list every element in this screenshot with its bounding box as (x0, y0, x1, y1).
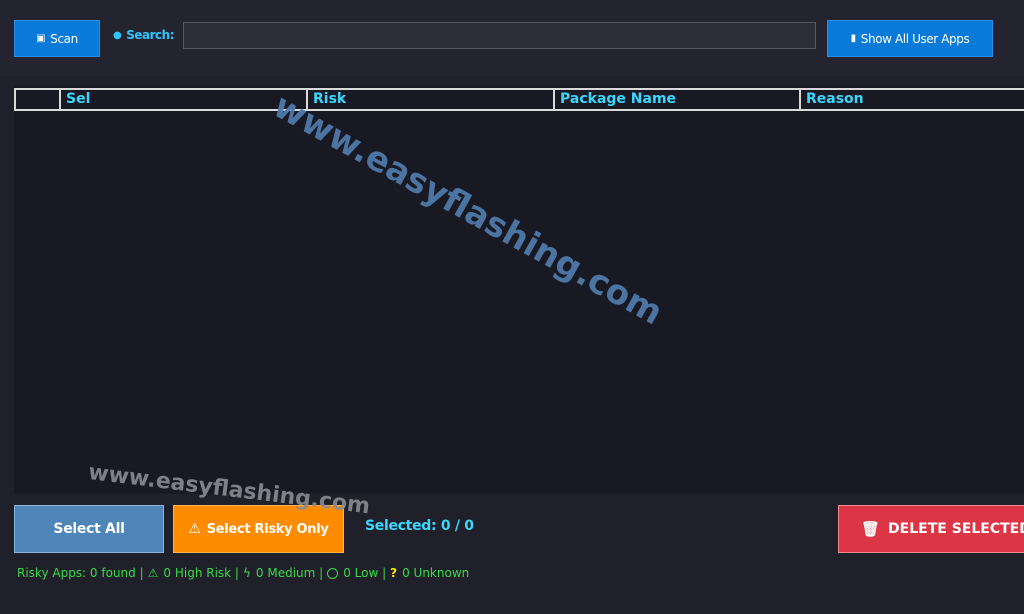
app-table: Sel Risk Package Name Reason (14, 86, 1024, 494)
select-risky-only-label: Select Risky Only (206, 521, 329, 537)
column-header-blank[interactable] (16, 90, 59, 109)
low-count: 0 Low | (343, 566, 387, 580)
column-header-sel[interactable]: Sel (59, 90, 306, 109)
show-all-user-apps-label: Show All User Apps (860, 31, 970, 46)
search-icon: ● (113, 29, 122, 41)
selected-count: Selected: 0 / 0 (365, 518, 474, 534)
question-icon: ? (390, 566, 398, 580)
status-bar: Risky Apps: 0 found | ⚠ 0 High Risk | ϟ … (17, 566, 469, 580)
column-header-package-name[interactable]: Package Name (553, 90, 799, 109)
scan-icon: ▣ (36, 33, 46, 44)
warning-icon: ⚠ (147, 566, 159, 580)
phone-icon: ▮ (850, 33, 857, 44)
search-label: ● Search: (113, 28, 174, 42)
app-window: ▣ Scan ● Search: ▮ Show All User Apps Se… (0, 0, 1024, 614)
select-risky-only-button[interactable]: ⚠ Select Risky Only (173, 505, 344, 553)
select-all-label: Select All (53, 521, 125, 537)
table-header: Sel Risk Package Name Reason (14, 88, 1024, 111)
circle-icon (327, 567, 339, 579)
search-input[interactable] (183, 22, 816, 49)
select-all-button[interactable]: Select All (14, 505, 164, 553)
top-toolbar: ▣ Scan ● Search: ▮ Show All User Apps (0, 0, 1024, 76)
medium-count: 0 Medium | (255, 566, 324, 580)
unknown-count: 0 Unknown (402, 566, 470, 580)
show-all-user-apps-button[interactable]: ▮ Show All User Apps (827, 20, 993, 57)
column-header-reason[interactable]: Reason (799, 90, 1024, 109)
delete-selected-label: DELETE SELECTED (888, 521, 1024, 537)
search-label-text: Search: (126, 28, 174, 42)
warning-icon: ⚠ (188, 521, 201, 537)
trash-icon: 🗑 (861, 520, 881, 538)
scan-button-label: Scan (50, 31, 78, 46)
scan-button[interactable]: ▣ Scan (14, 20, 100, 57)
lightning-icon: ϟ (242, 566, 251, 580)
risky-apps-count: Risky Apps: 0 found | (17, 566, 144, 580)
table-body[interactable] (14, 111, 1024, 494)
delete-selected-button[interactable]: 🗑 DELETE SELECTED (838, 505, 1024, 553)
column-header-risk[interactable]: Risk (306, 90, 553, 109)
high-risk-count: 0 High Risk | (163, 566, 239, 580)
